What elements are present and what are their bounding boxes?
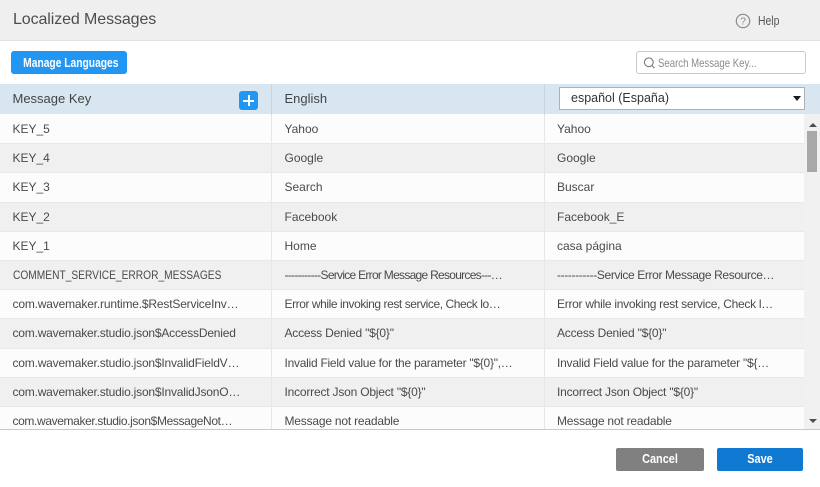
svg-text:?: ? [740,15,746,27]
